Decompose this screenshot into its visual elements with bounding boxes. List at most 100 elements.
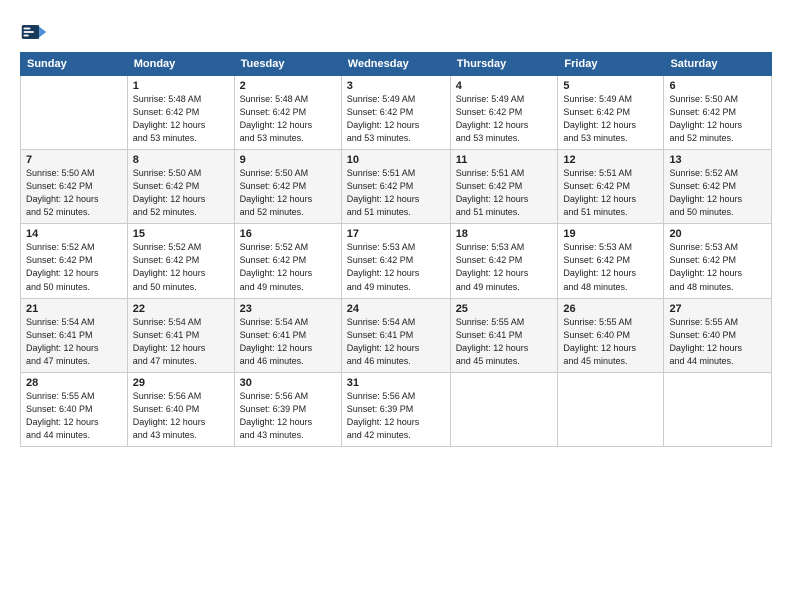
- day-info: Sunrise: 5:48 AM Sunset: 6:42 PM Dayligh…: [133, 93, 229, 145]
- day-info: Sunrise: 5:49 AM Sunset: 6:42 PM Dayligh…: [563, 93, 658, 145]
- day-info: Sunrise: 5:49 AM Sunset: 6:42 PM Dayligh…: [347, 93, 445, 145]
- day-info: Sunrise: 5:51 AM Sunset: 6:42 PM Dayligh…: [456, 167, 553, 219]
- weekday-header-thursday: Thursday: [450, 53, 558, 76]
- calendar-cell: [664, 372, 772, 446]
- calendar-cell: 12Sunrise: 5:51 AM Sunset: 6:42 PM Dayli…: [558, 150, 664, 224]
- day-number: 7: [26, 154, 122, 166]
- day-number: 9: [240, 154, 336, 166]
- calendar-cell: 4Sunrise: 5:49 AM Sunset: 6:42 PM Daylig…: [450, 76, 558, 150]
- day-info: Sunrise: 5:54 AM Sunset: 6:41 PM Dayligh…: [133, 316, 229, 368]
- day-info: Sunrise: 5:55 AM Sunset: 6:40 PM Dayligh…: [26, 390, 122, 442]
- day-number: 22: [133, 303, 229, 315]
- day-info: Sunrise: 5:54 AM Sunset: 6:41 PM Dayligh…: [240, 316, 336, 368]
- calendar-cell: 15Sunrise: 5:52 AM Sunset: 6:42 PM Dayli…: [127, 224, 234, 298]
- day-info: Sunrise: 5:51 AM Sunset: 6:42 PM Dayligh…: [563, 167, 658, 219]
- day-info: Sunrise: 5:56 AM Sunset: 6:39 PM Dayligh…: [347, 390, 445, 442]
- weekday-header-friday: Friday: [558, 53, 664, 76]
- calendar-cell: 8Sunrise: 5:50 AM Sunset: 6:42 PM Daylig…: [127, 150, 234, 224]
- day-number: 2: [240, 80, 336, 92]
- day-number: 23: [240, 303, 336, 315]
- calendar-cell: 1Sunrise: 5:48 AM Sunset: 6:42 PM Daylig…: [127, 76, 234, 150]
- calendar-cell: [558, 372, 664, 446]
- calendar-cell: 22Sunrise: 5:54 AM Sunset: 6:41 PM Dayli…: [127, 298, 234, 372]
- day-number: 3: [347, 80, 445, 92]
- day-info: Sunrise: 5:50 AM Sunset: 6:42 PM Dayligh…: [26, 167, 122, 219]
- calendar-cell: 7Sunrise: 5:50 AM Sunset: 6:42 PM Daylig…: [21, 150, 128, 224]
- calendar-cell: 28Sunrise: 5:55 AM Sunset: 6:40 PM Dayli…: [21, 372, 128, 446]
- calendar-cell: 25Sunrise: 5:55 AM Sunset: 6:41 PM Dayli…: [450, 298, 558, 372]
- calendar-cell: [21, 76, 128, 150]
- weekday-header-wednesday: Wednesday: [341, 53, 450, 76]
- weekday-header-tuesday: Tuesday: [234, 53, 341, 76]
- day-info: Sunrise: 5:52 AM Sunset: 6:42 PM Dayligh…: [133, 241, 229, 293]
- day-number: 14: [26, 228, 122, 240]
- calendar-cell: 17Sunrise: 5:53 AM Sunset: 6:42 PM Dayli…: [341, 224, 450, 298]
- calendar-table: SundayMondayTuesdayWednesdayThursdayFrid…: [20, 52, 772, 447]
- day-info: Sunrise: 5:49 AM Sunset: 6:42 PM Dayligh…: [456, 93, 553, 145]
- day-number: 4: [456, 80, 553, 92]
- calendar-cell: 31Sunrise: 5:56 AM Sunset: 6:39 PM Dayli…: [341, 372, 450, 446]
- calendar-cell: 21Sunrise: 5:54 AM Sunset: 6:41 PM Dayli…: [21, 298, 128, 372]
- day-info: Sunrise: 5:54 AM Sunset: 6:41 PM Dayligh…: [26, 316, 122, 368]
- day-number: 1: [133, 80, 229, 92]
- day-info: Sunrise: 5:55 AM Sunset: 6:40 PM Dayligh…: [563, 316, 658, 368]
- day-number: 6: [669, 80, 766, 92]
- day-info: Sunrise: 5:53 AM Sunset: 6:42 PM Dayligh…: [456, 241, 553, 293]
- day-info: Sunrise: 5:56 AM Sunset: 6:40 PM Dayligh…: [133, 390, 229, 442]
- logo: [20, 18, 51, 46]
- day-info: Sunrise: 5:48 AM Sunset: 6:42 PM Dayligh…: [240, 93, 336, 145]
- day-number: 11: [456, 154, 553, 166]
- calendar-cell: 3Sunrise: 5:49 AM Sunset: 6:42 PM Daylig…: [341, 76, 450, 150]
- logo-icon: [20, 18, 48, 46]
- day-info: Sunrise: 5:50 AM Sunset: 6:42 PM Dayligh…: [240, 167, 336, 219]
- day-number: 20: [669, 228, 766, 240]
- day-info: Sunrise: 5:53 AM Sunset: 6:42 PM Dayligh…: [347, 241, 445, 293]
- calendar-cell: 2Sunrise: 5:48 AM Sunset: 6:42 PM Daylig…: [234, 76, 341, 150]
- day-number: 16: [240, 228, 336, 240]
- calendar-cell: 6Sunrise: 5:50 AM Sunset: 6:42 PM Daylig…: [664, 76, 772, 150]
- weekday-header-saturday: Saturday: [664, 53, 772, 76]
- day-number: 19: [563, 228, 658, 240]
- calendar-cell: [450, 372, 558, 446]
- day-info: Sunrise: 5:53 AM Sunset: 6:42 PM Dayligh…: [563, 241, 658, 293]
- weekday-header-monday: Monday: [127, 53, 234, 76]
- calendar-cell: 11Sunrise: 5:51 AM Sunset: 6:42 PM Dayli…: [450, 150, 558, 224]
- day-number: 8: [133, 154, 229, 166]
- day-number: 21: [26, 303, 122, 315]
- day-info: Sunrise: 5:50 AM Sunset: 6:42 PM Dayligh…: [133, 167, 229, 219]
- day-number: 27: [669, 303, 766, 315]
- day-number: 13: [669, 154, 766, 166]
- day-number: 10: [347, 154, 445, 166]
- calendar-cell: 13Sunrise: 5:52 AM Sunset: 6:42 PM Dayli…: [664, 150, 772, 224]
- calendar-cell: 19Sunrise: 5:53 AM Sunset: 6:42 PM Dayli…: [558, 224, 664, 298]
- calendar-cell: 14Sunrise: 5:52 AM Sunset: 6:42 PM Dayli…: [21, 224, 128, 298]
- day-info: Sunrise: 5:52 AM Sunset: 6:42 PM Dayligh…: [669, 167, 766, 219]
- day-info: Sunrise: 5:55 AM Sunset: 6:40 PM Dayligh…: [669, 316, 766, 368]
- day-number: 26: [563, 303, 658, 315]
- calendar-cell: 26Sunrise: 5:55 AM Sunset: 6:40 PM Dayli…: [558, 298, 664, 372]
- calendar-cell: 9Sunrise: 5:50 AM Sunset: 6:42 PM Daylig…: [234, 150, 341, 224]
- day-number: 12: [563, 154, 658, 166]
- day-number: 29: [133, 377, 229, 389]
- day-info: Sunrise: 5:52 AM Sunset: 6:42 PM Dayligh…: [26, 241, 122, 293]
- calendar-cell: 16Sunrise: 5:52 AM Sunset: 6:42 PM Dayli…: [234, 224, 341, 298]
- calendar-cell: 24Sunrise: 5:54 AM Sunset: 6:41 PM Dayli…: [341, 298, 450, 372]
- day-number: 5: [563, 80, 658, 92]
- day-info: Sunrise: 5:50 AM Sunset: 6:42 PM Dayligh…: [669, 93, 766, 145]
- day-number: 28: [26, 377, 122, 389]
- calendar-cell: 18Sunrise: 5:53 AM Sunset: 6:42 PM Dayli…: [450, 224, 558, 298]
- calendar-cell: 29Sunrise: 5:56 AM Sunset: 6:40 PM Dayli…: [127, 372, 234, 446]
- day-number: 18: [456, 228, 553, 240]
- calendar-cell: 27Sunrise: 5:55 AM Sunset: 6:40 PM Dayli…: [664, 298, 772, 372]
- day-info: Sunrise: 5:54 AM Sunset: 6:41 PM Dayligh…: [347, 316, 445, 368]
- day-info: Sunrise: 5:55 AM Sunset: 6:41 PM Dayligh…: [456, 316, 553, 368]
- calendar-cell: 23Sunrise: 5:54 AM Sunset: 6:41 PM Dayli…: [234, 298, 341, 372]
- calendar-cell: 30Sunrise: 5:56 AM Sunset: 6:39 PM Dayli…: [234, 372, 341, 446]
- day-number: 24: [347, 303, 445, 315]
- day-info: Sunrise: 5:56 AM Sunset: 6:39 PM Dayligh…: [240, 390, 336, 442]
- day-number: 25: [456, 303, 553, 315]
- day-info: Sunrise: 5:51 AM Sunset: 6:42 PM Dayligh…: [347, 167, 445, 219]
- day-number: 17: [347, 228, 445, 240]
- calendar-cell: 5Sunrise: 5:49 AM Sunset: 6:42 PM Daylig…: [558, 76, 664, 150]
- day-info: Sunrise: 5:53 AM Sunset: 6:42 PM Dayligh…: [669, 241, 766, 293]
